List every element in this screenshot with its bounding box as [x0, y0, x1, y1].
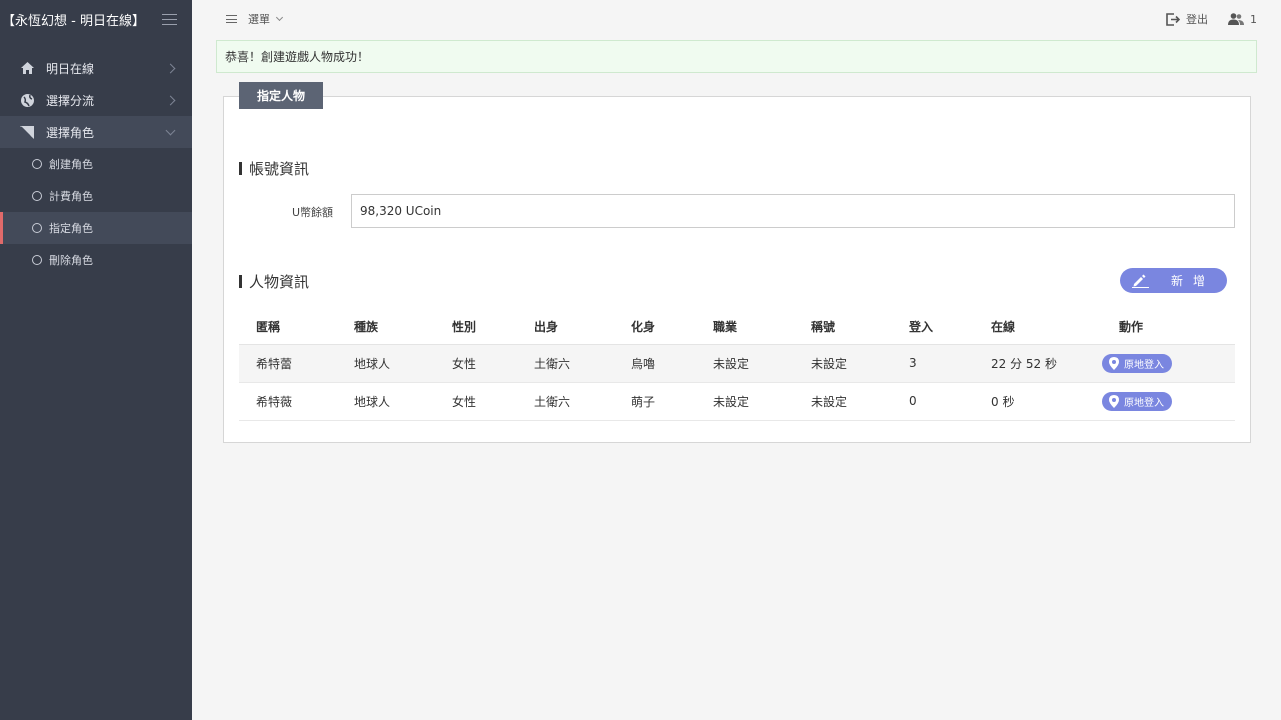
users-icon [1228, 13, 1244, 25]
chevron-down-icon [165, 125, 176, 135]
top-right-actions: 登出 1 [1166, 11, 1257, 27]
character-table: 匿稱 種族 性別 出身 化身 職業 稱號 登入 在線 動作 希特蕾 地球人 女性… [239, 310, 1235, 421]
sidebar-toggle-icon[interactable] [162, 13, 177, 25]
cell-online: 0 秒 [974, 382, 1102, 421]
cell-action: 原地登入 [1102, 344, 1235, 383]
section-marker [239, 275, 242, 288]
edit-icon [1132, 274, 1149, 288]
send-icon [20, 125, 34, 139]
online-count: 1 [1250, 12, 1257, 26]
map-pin-icon [1109, 394, 1119, 408]
section-title-text: 人物資訊 [249, 273, 310, 291]
chevron-down-icon [275, 13, 284, 22]
sidebar-item-server[interactable]: 選擇分流 [0, 84, 192, 116]
menu-icon [226, 15, 237, 23]
column-header: 種族 [337, 310, 435, 345]
app-title: 【永恆幻想 - 明日在線】 [2, 13, 145, 29]
sidebar-item-character[interactable]: 選擇角色 [0, 116, 192, 148]
ucoin-balance-field: 98,320 UCoin [351, 194, 1235, 228]
section-title-text: 帳號資訊 [249, 160, 310, 178]
column-header: 出身 [517, 310, 614, 345]
column-header: 職業 [696, 310, 794, 345]
logout-button[interactable]: 登出 [1166, 11, 1208, 27]
column-header: 動作 [1102, 310, 1235, 345]
ucoin-label: U幣餘額 [292, 206, 334, 219]
cell-name: 希特薇 [239, 382, 337, 421]
success-alert: 恭喜！創建遊戲人物成功！ [216, 40, 1257, 73]
cell-avatar: 萌子 [614, 382, 696, 421]
cell-race: 地球人 [337, 382, 435, 421]
add-button-label: 新增 [1171, 274, 1216, 288]
sidebar: 【永恆幻想 - 明日在線】 明日在線 選擇分流 選擇角色 創建角色 計費角色 指… [0, 0, 192, 720]
cell-origin: 土衛六 [517, 382, 614, 421]
map-pin-icon [1109, 356, 1119, 370]
sidebar-item-label: 明日在線 [46, 61, 95, 76]
column-header: 稱號 [794, 310, 892, 345]
account-section-title: 帳號資訊 [239, 158, 309, 179]
section-marker [239, 162, 242, 175]
add-character-button[interactable]: 新增 [1120, 268, 1227, 293]
globe-icon [20, 93, 34, 107]
table-row: 希特薇 地球人 女性 土衛六 萌子 未設定 未設定 0 0 秒 原地登入 [239, 382, 1235, 421]
column-header: 化身 [614, 310, 696, 345]
sidebar-subitem-create[interactable]: 創建角色 [0, 148, 192, 180]
login-in-place-button[interactable]: 原地登入 [1102, 353, 1172, 373]
cell-name: 希特蕾 [239, 344, 337, 383]
cell-race: 地球人 [337, 344, 435, 383]
sidebar-subitem-label: 指定角色 [49, 222, 93, 235]
circle-icon [32, 223, 42, 233]
cell-origin: 土衛六 [517, 344, 614, 383]
circle-icon [32, 255, 42, 265]
sidebar-subitem-assign[interactable]: 指定角色 [0, 212, 192, 244]
cell-gender: 女性 [435, 382, 517, 421]
circle-icon [32, 191, 42, 201]
sidebar-subitem-delete[interactable]: 刪除角色 [0, 244, 192, 276]
sidebar-item-label: 選擇角色 [46, 125, 95, 140]
column-header: 在線 [974, 310, 1102, 345]
topbar: 選單 登出 1 [192, 0, 1281, 38]
sidebar-subitem-label: 計費角色 [49, 190, 93, 203]
sidebar-subitem-label: 創建角色 [49, 158, 93, 171]
logout-label: 登出 [1186, 13, 1208, 26]
cell-job: 未設定 [696, 382, 794, 421]
sidebar-item-label: 選擇分流 [46, 93, 95, 108]
chevron-right-icon [165, 63, 176, 73]
column-header: 性別 [435, 310, 517, 345]
circle-icon [32, 159, 42, 169]
top-menu-label: 選單 [248, 13, 270, 26]
cell-job: 未設定 [696, 344, 794, 383]
alert-message: 恭喜！創建遊戲人物成功！ [225, 50, 370, 64]
table-header-row: 匿稱 種族 性別 出身 化身 職業 稱號 登入 在線 動作 [239, 310, 1235, 345]
brand: 【永恆幻想 - 明日在線】 [0, 0, 192, 38]
sidebar-subitem-billing[interactable]: 計費角色 [0, 180, 192, 212]
cell-logins: 3 [892, 344, 974, 383]
top-menu-button[interactable]: 選單 [226, 11, 284, 27]
cell-action: 原地登入 [1102, 382, 1235, 421]
chevron-right-icon [165, 95, 176, 105]
online-users-button[interactable]: 1 [1228, 13, 1257, 26]
logout-icon [1166, 12, 1180, 26]
tab-assign-character[interactable]: 指定人物 [239, 82, 323, 109]
cell-gender: 女性 [435, 344, 517, 383]
cell-logins: 0 [892, 382, 974, 421]
sidebar-menu: 明日在線 選擇分流 選擇角色 創建角色 計費角色 指定角色 刪除角色 [0, 52, 192, 276]
login-button-label: 原地登入 [1124, 359, 1164, 371]
column-header: 匿稱 [239, 310, 337, 345]
login-button-label: 原地登入 [1124, 397, 1164, 409]
sidebar-subitem-label: 刪除角色 [49, 254, 93, 267]
cell-title: 未設定 [794, 382, 892, 421]
login-in-place-button[interactable]: 原地登入 [1102, 391, 1172, 411]
cell-title: 未設定 [794, 344, 892, 383]
cell-avatar: 烏嚕 [614, 344, 696, 383]
ucoin-value: 98,320 UCoin [360, 204, 442, 218]
column-header: 登入 [892, 310, 974, 345]
character-section-title: 人物資訊 [239, 271, 309, 292]
home-icon [20, 61, 34, 75]
cell-online: 22 分 52 秒 [974, 344, 1102, 383]
sidebar-item-home[interactable]: 明日在線 [0, 52, 192, 84]
table-row: 希特蕾 地球人 女性 土衛六 烏嚕 未設定 未設定 3 22 分 52 秒 原地… [239, 344, 1235, 383]
